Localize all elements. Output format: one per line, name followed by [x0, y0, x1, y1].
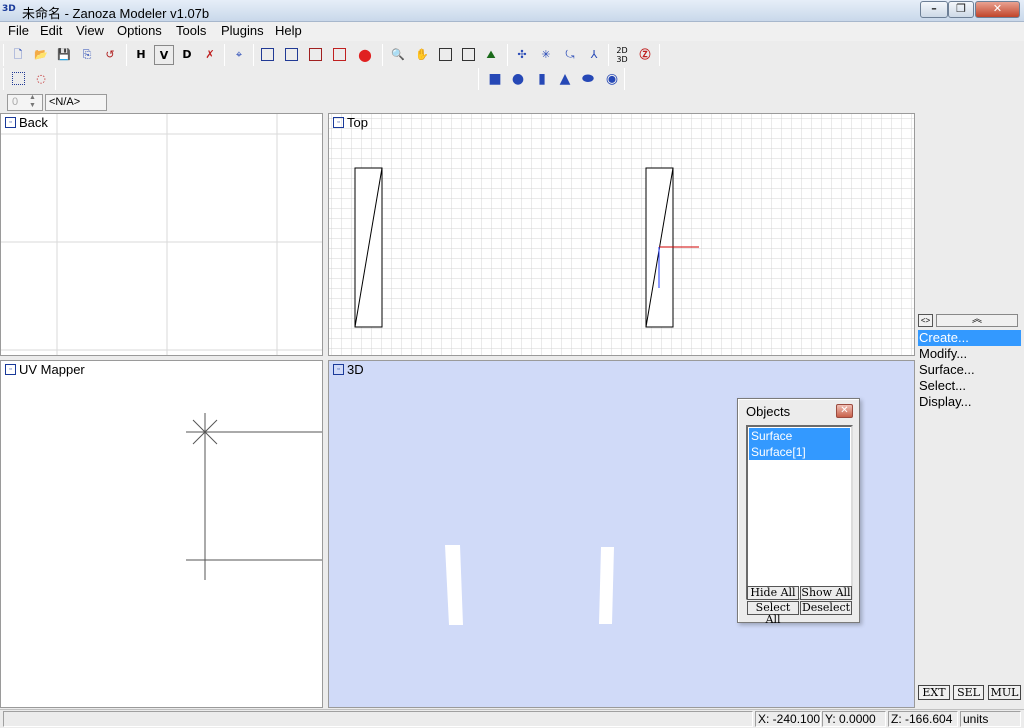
- uv-mapper-viewport[interactable]: ▫ UV Mapper: [0, 360, 323, 708]
- viewport-menu-icon[interactable]: ▫: [333, 364, 344, 375]
- view-v-button[interactable]: V: [154, 45, 174, 65]
- menu-file[interactable]: File: [6, 23, 31, 38]
- deselect-button[interactable]: Deselect: [800, 601, 852, 615]
- zoom-icon[interactable]: 🔍: [388, 45, 408, 65]
- create-ring-icon[interactable]: ◉: [602, 69, 622, 89]
- viewport-menu-icon[interactable]: ▫: [5, 364, 16, 375]
- view-h-button[interactable]: H: [131, 45, 151, 65]
- sel-button[interactable]: SEL: [953, 685, 984, 700]
- box-textured-icon[interactable]: [329, 45, 349, 65]
- top-title: Top: [347, 115, 368, 130]
- spinner-arrows-icon[interactable]: ▲ ▼: [29, 94, 36, 110]
- status-z: Z: -166.604: [888, 711, 958, 727]
- back-title: Back: [19, 115, 48, 130]
- hide-all-button[interactable]: Hide All: [747, 586, 799, 600]
- menu-plugins[interactable]: Plugins: [219, 23, 266, 38]
- top-grid: [329, 114, 914, 355]
- move-icon[interactable]: ✣: [512, 45, 532, 65]
- back-panel-label: ▫ Back: [5, 115, 48, 130]
- view-d-button[interactable]: D: [177, 45, 197, 65]
- viewport-menu-icon[interactable]: ▫: [333, 117, 344, 128]
- rotate-icon[interactable]: ⤿: [560, 45, 580, 65]
- box-solid-icon[interactable]: [281, 45, 301, 65]
- delete-vertex-icon[interactable]: ✗: [200, 45, 220, 65]
- side-toggle-button[interactable]: <>: [918, 314, 933, 327]
- mul-button[interactable]: MUL: [988, 685, 1021, 700]
- uv-title: UV Mapper: [19, 362, 85, 377]
- new-file-icon[interactable]: 🗋: [8, 45, 28, 65]
- back-viewport[interactable]: ▫ Back: [0, 113, 323, 356]
- pan-hand-icon[interactable]: ✋: [412, 45, 432, 65]
- zoom-extents-icon[interactable]: [458, 45, 478, 65]
- app-icon: 3D: [2, 4, 16, 14]
- menu-options[interactable]: Options: [115, 23, 164, 38]
- menu-view[interactable]: View: [74, 23, 106, 38]
- box-flat-icon[interactable]: [305, 45, 325, 65]
- layer-spinner[interactable]: 0 ▲ ▼: [7, 94, 43, 111]
- objects-window-title: Objects: [746, 404, 791, 419]
- spinner-value: 0: [12, 96, 19, 108]
- menu-tools[interactable]: Tools: [174, 23, 208, 38]
- rotate-view-icon[interactable]: [435, 45, 455, 65]
- zanoza-logo-icon[interactable]: Ⓩ: [635, 45, 655, 65]
- render-sphere-icon[interactable]: ●: [355, 45, 375, 65]
- title-bar: 3D 未命名 - Zanoza Modeler v1.07b – ❐ ✕: [0, 0, 1024, 22]
- side-item-display[interactable]: Display...: [918, 394, 1021, 410]
- open-folder-icon[interactable]: 📂: [31, 45, 51, 65]
- status-units: units: [960, 711, 1021, 727]
- rect-select-icon[interactable]: [8, 69, 28, 89]
- viewport-menu-icon[interactable]: ▫: [5, 117, 16, 128]
- 3d-title: 3D: [347, 362, 364, 377]
- revert-icon[interactable]: ↺: [100, 45, 120, 65]
- menu-edit[interactable]: Edit: [38, 23, 64, 38]
- list-item[interactable]: Surface[1]: [749, 444, 850, 460]
- create-cone-icon[interactable]: ▲: [555, 69, 575, 89]
- window-title: 未命名 - Zanoza Modeler v1.07b: [22, 6, 210, 21]
- menu-help[interactable]: Help: [273, 23, 304, 38]
- ext-button[interactable]: EXT: [918, 685, 950, 700]
- create-sphere-icon[interactable]: ●: [508, 69, 528, 89]
- side-item-modify[interactable]: Modify...: [918, 346, 1021, 362]
- list-item[interactable]: Surface: [749, 428, 850, 444]
- axis-icon[interactable]: ⅄: [584, 45, 604, 65]
- side-item-create[interactable]: Create...: [918, 330, 1021, 346]
- menu-bar: File Edit View Options Tools Plugins Hel…: [0, 22, 1024, 41]
- save-icon[interactable]: 💾: [54, 45, 74, 65]
- uv-panel-label: ▫ UV Mapper: [5, 362, 85, 377]
- close-button[interactable]: ✕: [975, 1, 1020, 18]
- create-torus-icon[interactable]: ⬬: [578, 69, 598, 89]
- circle-select-icon[interactable]: ◌: [31, 69, 51, 89]
- na-field: <N/A>: [45, 94, 107, 111]
- select-all-button[interactable]: Select All: [747, 601, 799, 626]
- objects-window[interactable]: Objects ✕ Surface Surface[1] Hide All Sh…: [737, 398, 860, 626]
- collapse-up-icon[interactable]: ︽: [936, 314, 1018, 327]
- maximize-button[interactable]: ❐: [948, 1, 974, 18]
- box-wire-icon[interactable]: [257, 45, 277, 65]
- objects-list[interactable]: Surface Surface[1]: [746, 425, 853, 600]
- side-item-surface[interactable]: Surface...: [918, 362, 1021, 378]
- uv-grid: [186, 413, 322, 580]
- back-grid: [1, 114, 322, 355]
- side-item-select[interactable]: Select...: [918, 378, 1021, 394]
- scale-icon[interactable]: ✳: [536, 45, 556, 65]
- select-vertices-icon[interactable]: ⌖: [229, 45, 249, 65]
- top-viewport[interactable]: ▫ Top: [328, 113, 915, 356]
- objects-close-button[interactable]: ✕: [836, 404, 853, 418]
- top-panel-label: ▫ Top: [333, 115, 368, 130]
- save-as-icon[interactable]: ⎘: [77, 45, 97, 65]
- create-box-icon[interactable]: ■: [485, 69, 505, 89]
- frame-selection-icon[interactable]: ⛰: [481, 45, 501, 65]
- status-message: [3, 711, 753, 727]
- 3d-panel-label: ▫ 3D: [333, 362, 364, 377]
- status-y: Y: 0.0000: [822, 711, 886, 727]
- toolbar: 🗋 📂 💾 ⎘ ↺ H V D ✗ ⌖ ● 🔍 ✋ ⛰ ✣ ✳ ⤿ ⅄ 2D 3…: [0, 42, 1024, 90]
- toggle-2d-3d-button[interactable]: 2D 3D: [612, 45, 632, 65]
- show-all-button[interactable]: Show All: [800, 586, 852, 600]
- minimize-button[interactable]: –: [920, 1, 948, 18]
- create-cylinder-icon[interactable]: ▮: [532, 69, 552, 89]
- status-x: X: -240.100: [755, 711, 821, 727]
